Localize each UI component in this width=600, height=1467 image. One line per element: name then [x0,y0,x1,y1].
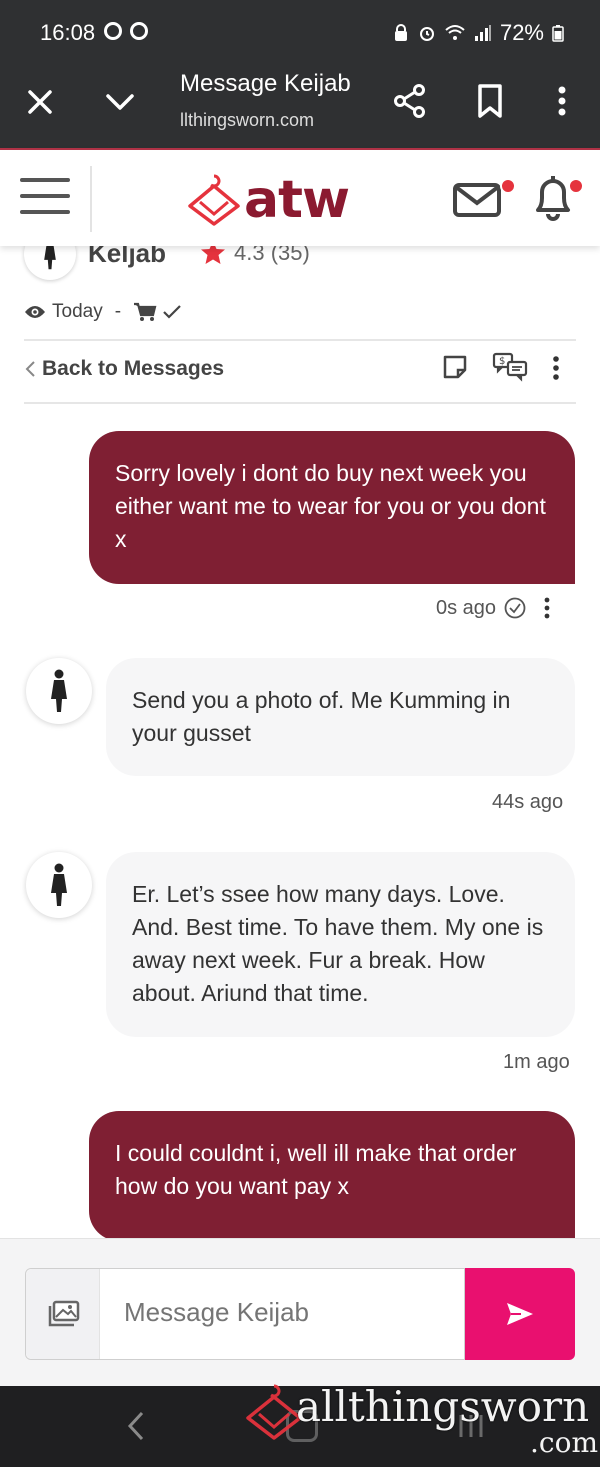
check-icon [163,305,181,319]
logo-text: atw [244,170,350,230]
chat-payment-icon[interactable]: $ [492,352,528,382]
attach-image-button[interactable] [26,1269,100,1359]
browser-toolbar: Message Keijab llthingsworn.com [0,62,600,148]
message-text: I could couldnt i, well ill make that or… [115,1140,517,1199]
message-bubble-outgoing[interactable]: I could couldnt i, well ill make that or… [89,1111,575,1241]
image-gallery-icon [48,1300,79,1327]
alarm-icon [419,27,434,41]
send-icon [507,1303,533,1325]
message-more-icon[interactable] [542,596,552,620]
battery-percent: 72% [499,20,544,45]
watermark-suffix: .com [530,1426,598,1459]
chrome-icon [104,22,122,40]
battery-icon [552,25,564,42]
chevron-left-icon [25,361,35,377]
header-divider [90,166,92,232]
status-right: 72% [392,20,564,46]
message-text: Send you a photo of. Me Kumming in your … [132,687,511,746]
mail-notification-dot [500,178,516,194]
last-seen-text: Today [52,301,103,322]
person-icon [51,863,67,906]
bell-notification-dot [568,178,584,194]
notification-icons [104,22,148,40]
message-bubble-outgoing[interactable]: Sorry lovely i dont do buy next week you… [89,431,575,584]
sticky-note-icon[interactable] [442,354,468,380]
message-time: 44s ago [492,791,564,813]
last-seen-row: Today - [24,298,181,326]
hanger-logo-icon [188,174,240,226]
browser-url[interactable]: llthingsworn.com [180,110,314,131]
back-nav-icon[interactable] [124,1410,148,1442]
message-bubble-incoming[interactable]: Send you a photo of. Me Kumming in your … [106,658,575,776]
eye-icon [25,306,45,318]
avatar[interactable] [26,852,92,918]
share-icon[interactable] [392,82,428,120]
more-vertical-icon[interactable] [548,354,564,382]
hamburger-menu-icon[interactable] [20,178,70,218]
chevron-down-icon[interactable] [102,84,138,120]
message-text: Sorry lovely i dont do buy next week you… [115,460,546,552]
status-bar: 16:08 72% [0,0,600,62]
wifi-icon [445,25,465,40]
watermark: allthingsworn .com [244,1382,598,1459]
mail-icon[interactable] [452,182,502,218]
message-text: Er. Let’s ssee how many days. Love. And.… [132,881,544,1006]
lock-icon [394,24,407,41]
divider [24,339,576,341]
status-time: 16:08 [40,20,96,45]
message-time: 0s ago [436,596,497,619]
message-bubble-incoming[interactable]: Er. Let’s ssee how many days. Love. And.… [106,852,575,1037]
close-icon[interactable] [22,84,58,120]
message-meta: 44s ago [492,791,563,814]
message-input[interactable] [124,1297,454,1328]
divider [24,402,576,404]
bookmark-icon[interactable] [474,82,506,120]
message-meta: 1m ago [503,1051,570,1074]
hanger-logo-icon [246,1384,302,1440]
person-icon [51,669,67,712]
send-button[interactable] [465,1268,575,1360]
site-header: atw [0,148,600,246]
sent-check-icon [504,597,526,619]
back-to-messages-link[interactable]: Back to Messages [24,354,224,384]
cart-icon [134,302,157,321]
message-composer [25,1268,465,1360]
message-meta: 0s ago [436,596,552,620]
site-logo[interactable]: atw [186,170,350,230]
avatar[interactable] [26,658,92,724]
svg-text:$: $ [499,356,505,367]
browser-page-title: Message Keijab [180,70,351,97]
chrome-icon [130,22,148,40]
signal-icon [474,25,491,41]
watermark-text: allthingsworn [296,1382,590,1431]
composer-area [0,1238,600,1386]
more-vertical-icon[interactable] [548,82,576,120]
back-label: Back to Messages [42,357,225,380]
message-time: 1m ago [503,1051,570,1073]
separator: - [114,301,122,322]
